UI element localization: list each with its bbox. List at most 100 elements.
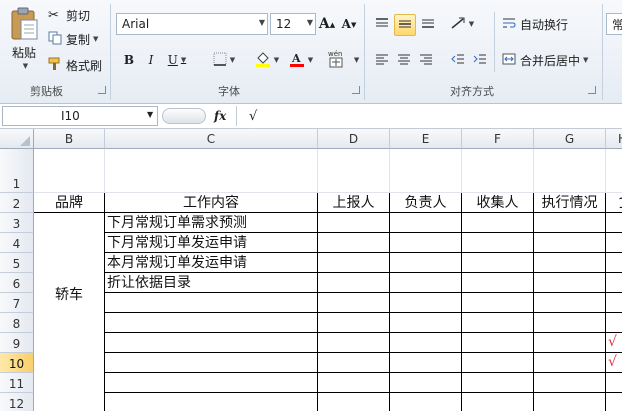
formula-input[interactable]: √: [236, 106, 622, 126]
table-cell[interactable]: [462, 213, 534, 233]
task-cell[interactable]: [105, 353, 318, 373]
cell-h1[interactable]: [606, 149, 622, 193]
table-cell[interactable]: [390, 213, 462, 233]
table-cell[interactable]: [390, 313, 462, 333]
clipboard-dialog-launcher-icon[interactable]: [98, 86, 106, 94]
table-cell[interactable]: [606, 313, 622, 333]
table-cell[interactable]: [534, 353, 606, 373]
table-cell[interactable]: [318, 373, 390, 393]
number-format-select[interactable]: 常: [606, 13, 622, 35]
task-cell[interactable]: [105, 313, 318, 333]
column-header-h[interactable]: H: [606, 129, 622, 149]
row-header-9[interactable]: 9: [0, 333, 34, 353]
table-cell[interactable]: [534, 213, 606, 233]
align-right-button[interactable]: [416, 50, 436, 70]
row-header-1[interactable]: 1: [0, 149, 34, 193]
table-cell[interactable]: [390, 273, 462, 293]
table-cell[interactable]: [462, 333, 534, 353]
table-header-cell[interactable]: 品牌: [34, 193, 105, 213]
merge-center-button[interactable]: 合并后居中 ▼: [502, 50, 596, 70]
table-cell[interactable]: [462, 313, 534, 333]
column-header-f[interactable]: F: [462, 129, 534, 149]
table-cell[interactable]: [318, 313, 390, 333]
task-cell[interactable]: 下月常规订单需求预测: [105, 213, 318, 233]
table-cell[interactable]: [318, 393, 390, 411]
cell-g1[interactable]: [534, 149, 606, 193]
task-cell[interactable]: [105, 293, 318, 313]
paste-dropdown[interactable]: ▼: [16, 60, 32, 72]
select-all-corner[interactable]: [0, 129, 34, 149]
row-header-6[interactable]: 6: [0, 273, 34, 293]
task-cell[interactable]: [105, 373, 318, 393]
table-cell[interactable]: [390, 293, 462, 313]
task-cell[interactable]: [105, 393, 318, 411]
table-header-cell[interactable]: 执行情况: [534, 193, 606, 213]
font-color-button[interactable]: A ▼: [286, 50, 316, 70]
table-cell[interactable]: [390, 353, 462, 373]
table-cell[interactable]: [318, 213, 390, 233]
format-painter-button[interactable]: 格式刷: [48, 56, 106, 74]
table-cell[interactable]: [606, 253, 622, 273]
table-cell[interactable]: [390, 333, 462, 353]
cell-c1[interactable]: [105, 149, 318, 193]
row-header-4[interactable]: 4: [0, 233, 34, 253]
row-header-3[interactable]: 3: [0, 213, 34, 233]
table-header-cell[interactable]: 1: [606, 193, 622, 213]
column-header-b[interactable]: B: [34, 129, 105, 149]
table-cell[interactable]: [606, 213, 622, 233]
row-header-8[interactable]: 8: [0, 313, 34, 333]
table-cell[interactable]: [462, 233, 534, 253]
phonetic-button[interactable]: wén ▼: [328, 48, 359, 72]
font-dialog-launcher-icon[interactable]: [352, 86, 360, 94]
paste-button[interactable]: 粘贴: [6, 44, 42, 60]
table-cell[interactable]: [318, 293, 390, 313]
cut-button[interactable]: ✂ 剪切: [48, 6, 98, 24]
middle-align-button[interactable]: [394, 14, 416, 36]
align-center-button[interactable]: [394, 50, 414, 70]
table-cell[interactable]: [462, 393, 534, 411]
underline-button[interactable]: U ▼: [164, 50, 190, 70]
orientation-button[interactable]: ▼: [448, 14, 476, 34]
name-box[interactable]: I10 ▼: [2, 106, 158, 126]
italic-button[interactable]: I: [142, 50, 160, 70]
paste-icon[interactable]: [6, 4, 42, 44]
cell-f1[interactable]: [462, 149, 534, 193]
table-cell[interactable]: [318, 253, 390, 273]
table-cell[interactable]: [390, 393, 462, 411]
table-header-cell[interactable]: 工作内容: [105, 193, 318, 213]
task-cell[interactable]: [105, 333, 318, 353]
row-header-7[interactable]: 7: [0, 293, 34, 313]
table-cell[interactable]: [318, 353, 390, 373]
formula-bar-divider-handle[interactable]: [162, 108, 206, 124]
table-cell[interactable]: [606, 393, 622, 411]
task-cell[interactable]: 折让依据目录: [105, 273, 318, 293]
alignment-dialog-launcher-icon[interactable]: [588, 86, 596, 94]
table-cell[interactable]: [462, 273, 534, 293]
table-cell[interactable]: [318, 233, 390, 253]
fill-color-button[interactable]: ▼: [252, 50, 282, 70]
table-cell[interactable]: [462, 373, 534, 393]
align-left-button[interactable]: [372, 50, 392, 70]
table-cell[interactable]: [390, 373, 462, 393]
row-header-2[interactable]: 2: [0, 193, 34, 213]
bottom-align-button[interactable]: [418, 14, 438, 34]
font-family-select[interactable]: Arial ▼: [116, 13, 268, 35]
column-header-c[interactable]: C: [105, 129, 318, 149]
table-header-cell[interactable]: 上报人: [318, 193, 390, 213]
table-header-cell[interactable]: 负责人: [390, 193, 462, 213]
table-cell[interactable]: [534, 333, 606, 353]
cell-d1[interactable]: [318, 149, 390, 193]
cell-b1[interactable]: [34, 149, 105, 193]
top-align-button[interactable]: [372, 14, 392, 34]
table-cell[interactable]: [534, 253, 606, 273]
table-cell[interactable]: [534, 293, 606, 313]
table-cell[interactable]: [462, 293, 534, 313]
borders-button[interactable]: ▼: [208, 50, 240, 70]
shrink-font-icon[interactable]: A ▼: [340, 14, 358, 34]
copy-button[interactable]: 复制 ▼: [48, 30, 108, 48]
row-header-11[interactable]: 11: [0, 373, 34, 393]
table-cell[interactable]: [606, 273, 622, 293]
table-cell[interactable]: [606, 373, 622, 393]
table-cell[interactable]: [534, 273, 606, 293]
table-cell[interactable]: [606, 293, 622, 313]
